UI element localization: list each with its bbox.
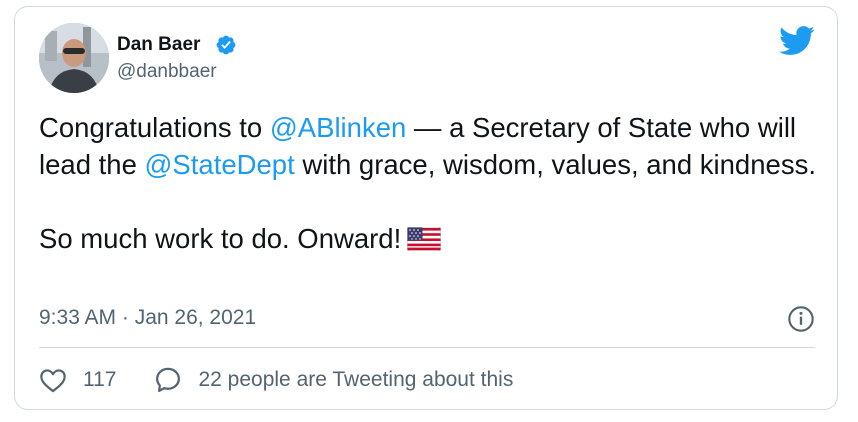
tweet-text-line-2: So much work to do. Onward! bbox=[39, 223, 402, 254]
info-icon[interactable] bbox=[787, 305, 815, 333]
conversation-link[interactable]: 22 people are Tweeting about this bbox=[154, 366, 513, 394]
avatar[interactable] bbox=[39, 23, 109, 93]
like-count: 117 bbox=[83, 368, 117, 391]
handle[interactable]: @danbbaer bbox=[117, 61, 217, 83]
tweet-paragraph-2: So much work to do. Onward! bbox=[39, 220, 829, 260]
mention-statedept[interactable]: @StateDept bbox=[145, 149, 295, 180]
tweet-card[interactable]: Dan Baer @danbbaer Congratulations to @A… bbox=[14, 6, 838, 410]
speech-bubble-icon bbox=[156, 367, 181, 392]
heart-icon bbox=[40, 369, 66, 393]
twitter-bird-icon[interactable] bbox=[779, 26, 815, 56]
mention-ablinken[interactable]: @ABlinken bbox=[270, 112, 406, 143]
timestamp[interactable]: 9:33 AM · Jan 26, 2021 bbox=[39, 305, 256, 331]
conversation-text: 22 people are Tweeting about this bbox=[198, 368, 514, 391]
tweet-paragraph-1: Congratulations to @ABlinken — a Secreta… bbox=[39, 109, 829, 183]
us-flag-icon bbox=[406, 223, 442, 260]
divider bbox=[39, 347, 815, 348]
like-button[interactable]: 117 bbox=[39, 367, 116, 393]
verified-badge-icon bbox=[216, 35, 236, 55]
tweet-text-part-1: Congratulations to bbox=[39, 112, 270, 143]
tweet-text-part-3: with grace, wisdom, values, and kindness… bbox=[294, 149, 816, 180]
tweet-text: Congratulations to @ABlinken — a Secreta… bbox=[39, 109, 829, 260]
display-name[interactable]: Dan Baer bbox=[117, 34, 200, 56]
action-bar: 117 22 people are Tweeting about this bbox=[39, 365, 513, 395]
